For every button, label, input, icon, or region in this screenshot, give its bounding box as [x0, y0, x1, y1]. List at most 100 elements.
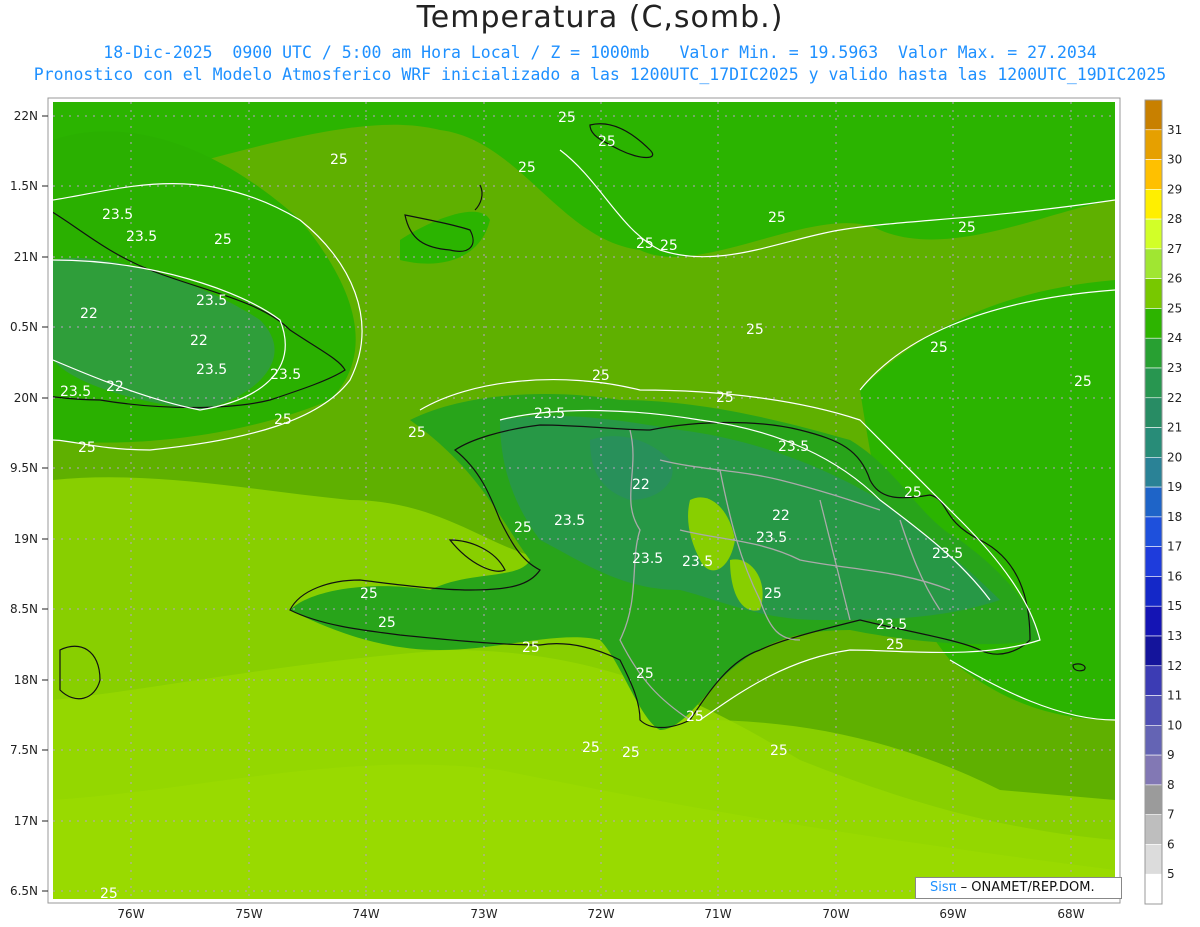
- contour-label: 23.5: [632, 551, 663, 567]
- colorbar-swatch: [1144, 397, 1163, 428]
- contour-label: 23.5: [196, 362, 227, 378]
- colorbar-swatch: [1144, 695, 1163, 726]
- colorbar-swatch: [1144, 635, 1163, 667]
- colorbar-swatch: [1144, 754, 1163, 786]
- credit-text: – ONAMET/REP.DOM.: [960, 880, 1095, 895]
- lat-label: 21N: [14, 250, 38, 264]
- contour-label: 25: [746, 322, 764, 338]
- lat-label: 8.5N: [10, 602, 38, 616]
- colorbar-swatch: [1144, 248, 1163, 279]
- colorbar-label: 28: [1167, 212, 1182, 226]
- contour-label: 25: [518, 160, 536, 176]
- contour-label: 22: [632, 477, 650, 493]
- colorbar-swatch: [1144, 605, 1163, 637]
- colorbar-swatch: [1144, 159, 1163, 190]
- colorbar-label: 17: [1167, 540, 1182, 554]
- colorbar-swatch: [1144, 189, 1163, 220]
- contour-label: 23.5: [126, 229, 157, 245]
- colorbar-label: 26: [1167, 272, 1182, 286]
- contour-label: 25: [214, 232, 232, 248]
- contour-label: 23.5: [102, 207, 133, 223]
- contour-label: 23.5: [534, 406, 565, 422]
- colorbar-label: 23: [1167, 361, 1182, 375]
- contour-label: 25: [716, 390, 734, 406]
- colorbar-label: 12: [1167, 659, 1182, 673]
- sispi-logo: Sisπ: [930, 880, 957, 895]
- lat-label: 18N: [14, 673, 38, 687]
- contour-label: 25: [100, 886, 118, 902]
- colorbar-swatch: [1144, 457, 1163, 488]
- lat-label: 0.5N: [10, 320, 38, 334]
- lat-label: 1.5N: [10, 179, 38, 193]
- colorbar-label: 30: [1167, 153, 1182, 167]
- colorbar-swatch: [1144, 784, 1163, 815]
- contour-label: 25: [904, 485, 922, 501]
- contour-label: 23.5: [778, 439, 809, 455]
- contour-label: 23.5: [196, 293, 227, 309]
- colorbar-label: 6: [1167, 837, 1175, 851]
- colorbar-swatch: [1144, 873, 1163, 905]
- contour-label: 23.5: [932, 546, 963, 562]
- colorbar-swatch: [1144, 99, 1163, 131]
- contour-label: 25: [636, 236, 654, 252]
- colorbar-swatch: [1144, 278, 1163, 309]
- contour-label: 25: [622, 745, 640, 761]
- colorbar-label: 25: [1167, 301, 1182, 315]
- contour-label: 25: [360, 586, 378, 602]
- lat-label: 17N: [14, 814, 38, 828]
- lat-label: 20N: [14, 391, 38, 405]
- colorbar-swatch: [1144, 486, 1163, 518]
- contour-label: 25: [378, 615, 396, 631]
- credit-box: Sisπ – ONAMET/REP.DOM.: [915, 877, 1122, 899]
- lat-label: 7.5N: [10, 743, 38, 757]
- contour-label: 23.5: [270, 367, 301, 383]
- colorbar-swatch: [1144, 427, 1163, 458]
- colorbar-label: 27: [1167, 242, 1182, 256]
- temperature-field: 25 25 25 25 23.5 23.5 25 25 25 25 25 23.…: [53, 102, 1115, 902]
- colorbar: 31 30 29 28 27 26 25 24 23 22 21 20 19 18 17 16 15 13 12 11…: [1144, 99, 1182, 905]
- contour-label: 25: [582, 740, 600, 756]
- contour-label: 25: [958, 220, 976, 236]
- contour-label: 25: [78, 440, 96, 456]
- contour-label: 23.5: [756, 530, 787, 546]
- contour-label: 25: [330, 152, 348, 168]
- lon-label: 74W: [352, 907, 379, 921]
- temperature-map: 25 25 25 25 23.5 23.5 25 25 25 25 25 23.…: [10, 97, 1182, 921]
- colorbar-swatch: [1144, 367, 1163, 399]
- colorbar-label: 11: [1167, 689, 1182, 703]
- contour-label: 25: [598, 134, 616, 150]
- colorbar-swatch: [1144, 337, 1163, 369]
- lat-label: 22N: [14, 109, 38, 123]
- lon-label: 73W: [470, 907, 497, 921]
- colorbar-swatch: [1144, 546, 1163, 577]
- contour-label: 25: [514, 520, 532, 536]
- lon-label: 70W: [822, 907, 849, 921]
- lon-label: 72W: [587, 907, 614, 921]
- colorbar-swatch: [1144, 516, 1163, 547]
- colorbar-label: 10: [1167, 718, 1182, 732]
- colorbar-label: 8: [1167, 778, 1175, 792]
- contour-label: 25: [764, 586, 782, 602]
- contour-label: 25: [886, 637, 904, 653]
- lon-label: 71W: [704, 907, 731, 921]
- colorbar-swatch: [1144, 218, 1163, 250]
- contour-label: 25: [592, 368, 610, 384]
- colorbar-label: 5: [1167, 867, 1175, 881]
- contour-label: 22: [106, 379, 124, 395]
- colorbar-label: 21: [1167, 421, 1182, 435]
- colorbar-swatch: [1144, 844, 1163, 875]
- contour-label: 25: [558, 110, 576, 126]
- contour-label: 23.5: [60, 384, 91, 400]
- contour-label: 22: [190, 333, 208, 349]
- colorbar-label: 9: [1167, 748, 1175, 762]
- colorbar-swatch: [1144, 665, 1163, 696]
- colorbar-label: 13: [1167, 629, 1182, 643]
- colorbar-swatch: [1144, 725, 1163, 756]
- colorbar-swatch: [1144, 308, 1163, 339]
- colorbar-label: 20: [1167, 450, 1182, 464]
- contour-label: 25: [274, 412, 292, 428]
- lon-label: 68W: [1057, 907, 1084, 921]
- contour-label: 22: [80, 306, 98, 322]
- lat-ticks: [42, 115, 48, 892]
- contour-label: 25: [660, 238, 678, 254]
